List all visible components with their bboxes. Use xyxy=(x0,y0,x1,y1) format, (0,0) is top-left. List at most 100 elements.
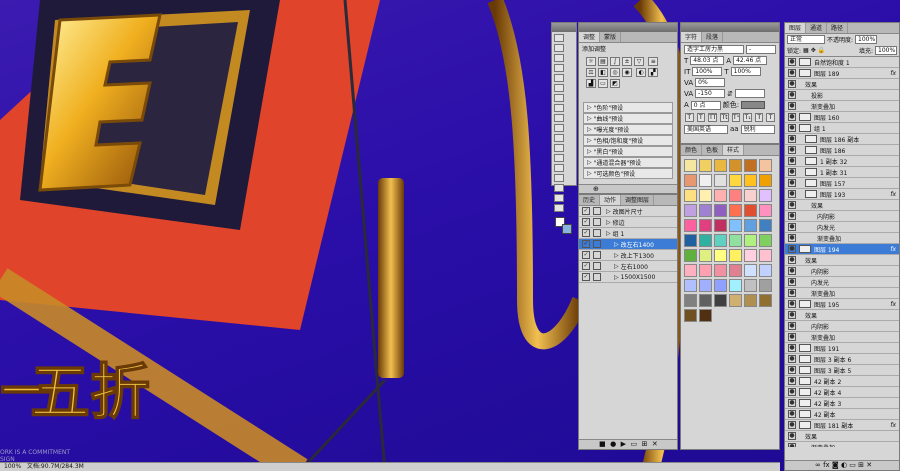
pen-icon[interactable] xyxy=(554,154,564,162)
layer-row[interactable]: ● 图层 186 xyxy=(785,145,899,156)
style-swatch[interactable] xyxy=(759,204,772,217)
eye-icon[interactable]: ● xyxy=(788,168,796,176)
style-swatch[interactable] xyxy=(759,174,772,187)
posterize-icon[interactable]: ▞ xyxy=(648,68,659,77)
vibrance-icon[interactable]: ▽ xyxy=(634,57,644,66)
photo-filter-icon[interactable]: ◎ xyxy=(610,68,620,77)
style-swatch[interactable] xyxy=(729,159,742,172)
style-swatch[interactable] xyxy=(699,204,712,217)
action-item[interactable]: ✓ ▷ 组 1 xyxy=(579,228,677,239)
zoom-icon[interactable] xyxy=(554,204,564,212)
layer-row[interactable]: ● 效果 xyxy=(785,255,899,266)
eye-icon[interactable]: ● xyxy=(788,256,796,264)
style-swatch[interactable] xyxy=(729,264,742,277)
type-icon[interactable] xyxy=(554,164,564,172)
check-icon[interactable]: ✓ xyxy=(582,240,590,248)
layer-row[interactable]: ● 图层 195 fx xyxy=(785,299,899,310)
eye-icon[interactable]: ● xyxy=(788,267,796,275)
new-set-icon[interactable]: ▭ xyxy=(630,440,637,448)
small-caps-icon[interactable]: Tt xyxy=(720,113,729,122)
layer-list[interactable]: ● 自然饱和度 1 ● 图层 189 fx ● 效果 ● 投影 ● 渐变叠加 ● 图层 160 ● 组 1 ●… xyxy=(785,57,899,447)
style-swatch[interactable] xyxy=(684,204,697,217)
action-item[interactable]: ✓ ▷ 改图片尺寸 xyxy=(579,206,677,217)
style-swatch[interactable] xyxy=(729,294,742,307)
eye-icon[interactable]: ● xyxy=(788,245,796,253)
style-swatch[interactable] xyxy=(759,234,772,247)
style-swatch[interactable] xyxy=(729,249,742,262)
exposure-icon[interactable]: ± xyxy=(622,57,632,66)
layer-row[interactable]: ● 图层 193 fx xyxy=(785,189,899,200)
style-swatch[interactable] xyxy=(759,279,772,292)
style-swatch[interactable] xyxy=(714,294,727,307)
eye-icon[interactable]: ● xyxy=(788,322,796,330)
style-swatch[interactable] xyxy=(729,189,742,202)
action-item[interactable]: ✓ ▷ 1500X1500 xyxy=(579,272,677,283)
eye-icon[interactable]: ● xyxy=(788,223,796,231)
eye-icon[interactable]: ● xyxy=(788,201,796,209)
shift-field[interactable] xyxy=(735,89,766,98)
eye-icon[interactable]: ● xyxy=(788,377,796,385)
eye-icon[interactable]: ● xyxy=(788,179,796,187)
preset-item[interactable]: ▷ "色阶"预设 xyxy=(583,102,673,113)
style-swatch[interactable] xyxy=(684,279,697,292)
text-color-swatch[interactable] xyxy=(741,101,766,109)
preset-item[interactable]: ▷ "曲线"预设 xyxy=(583,113,673,124)
crop-icon[interactable] xyxy=(554,54,564,62)
layer-row[interactable]: ● 效果 xyxy=(785,79,899,90)
hue-saturation-icon[interactable]: ≡ xyxy=(648,57,659,66)
action-item[interactable]: ✓ ▷ 改左右1400 xyxy=(579,239,677,250)
curves-icon[interactable]: ∫ xyxy=(610,57,620,66)
tab-color[interactable]: 颜色 xyxy=(681,145,703,155)
style-swatch[interactable] xyxy=(744,219,757,232)
channel-mixer-icon[interactable]: ◉ xyxy=(622,68,632,77)
layer-row[interactable]: ● 图层 3 副本 6 xyxy=(785,354,899,365)
eye-icon[interactable]: ● xyxy=(788,190,796,198)
layer-row[interactable]: ● 内发光 xyxy=(785,277,899,288)
check-icon[interactable]: ✓ xyxy=(582,273,590,281)
style-swatch[interactable] xyxy=(684,174,697,187)
style-swatch[interactable] xyxy=(714,234,727,247)
eye-icon[interactable]: ● xyxy=(788,113,796,121)
eye-icon[interactable]: ● xyxy=(788,102,796,110)
eraser-icon[interactable] xyxy=(554,114,564,122)
style-swatch[interactable] xyxy=(699,279,712,292)
record-icon[interactable]: ● xyxy=(610,440,616,448)
expand-triangle-icon[interactable]: ▷ xyxy=(614,252,619,259)
tab-styles[interactable]: 样式 xyxy=(723,145,745,155)
style-swatch[interactable] xyxy=(744,204,757,217)
all-caps-icon[interactable]: TT xyxy=(708,113,718,122)
blur-icon[interactable] xyxy=(554,134,564,142)
lock-all-icon[interactable]: 🔒 xyxy=(818,47,825,54)
layer-row[interactable]: ● 效果 xyxy=(785,431,899,442)
eye-icon[interactable]: ● xyxy=(788,278,796,286)
new-action-icon[interactable]: ⊞ xyxy=(642,440,648,448)
heal-icon[interactable] xyxy=(554,74,564,82)
kerning-field[interactable]: -150 xyxy=(695,89,726,98)
fx-badge-icon[interactable]: fx xyxy=(890,70,896,77)
layer-row[interactable]: ● 图层 181 副本 fx xyxy=(785,420,899,431)
style-swatch[interactable] xyxy=(714,264,727,277)
layer-row[interactable]: ● 42 副本 2 xyxy=(785,376,899,387)
layer-row[interactable]: ● 图层 157 xyxy=(785,178,899,189)
layer-row[interactable]: ● 效果 xyxy=(785,200,899,211)
layer-row[interactable]: ● 内阴影 xyxy=(785,266,899,277)
font-family-select[interactable]: 造字工房力黑 xyxy=(684,45,744,54)
brush-icon[interactable] xyxy=(554,84,564,92)
layer-row[interactable]: ● 1 副本 31 xyxy=(785,167,899,178)
style-swatch[interactable] xyxy=(714,219,727,232)
layer-row[interactable]: ● 图层 160 xyxy=(785,112,899,123)
style-swatch[interactable] xyxy=(699,189,712,202)
expand-triangle-icon[interactable]: ▷ xyxy=(606,230,611,237)
tab-history[interactable]: 历史 xyxy=(579,195,601,205)
dialog-toggle-icon[interactable] xyxy=(593,251,601,259)
style-swatch[interactable] xyxy=(714,279,727,292)
layer-row[interactable]: ● 渐变叠加 xyxy=(785,442,899,447)
dialog-toggle-icon[interactable] xyxy=(593,273,601,281)
dialog-toggle-icon[interactable] xyxy=(593,240,601,248)
eye-icon[interactable]: ● xyxy=(788,157,796,165)
fx-badge-icon[interactable]: fx xyxy=(890,191,896,198)
font-style-select[interactable]: - xyxy=(746,45,776,54)
style-swatch[interactable] xyxy=(714,159,727,172)
eye-icon[interactable]: ● xyxy=(788,399,796,407)
layer-row[interactable]: ● 42 副本 4 xyxy=(785,387,899,398)
